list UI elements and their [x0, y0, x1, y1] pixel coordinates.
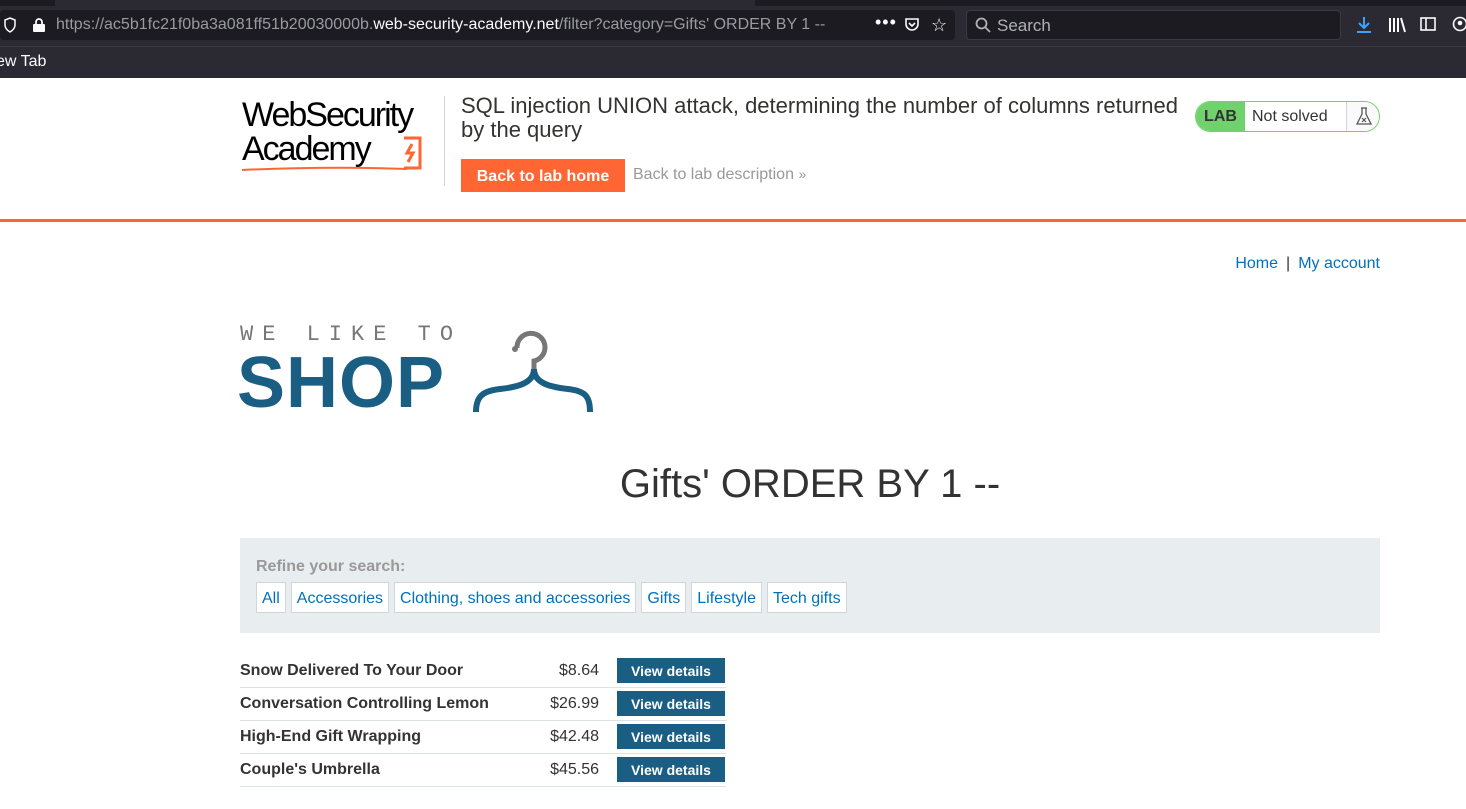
- lab-header: WebSecurity Academy SQL injection UNION …: [0, 78, 1466, 222]
- address-bar[interactable]: https://ac5b1fc21f0ba3a081ff51b20030000b…: [0, 10, 955, 40]
- lab-status-text: Not solved: [1252, 108, 1328, 125]
- download-icon[interactable]: [1356, 16, 1372, 39]
- product-name: Snow Delivered To Your Door: [240, 662, 464, 679]
- hanger-icon: [473, 330, 593, 413]
- lab-badge: LAB: [1196, 102, 1245, 131]
- category-lifestyle[interactable]: Lifestyle: [691, 582, 762, 613]
- back-to-lab-home-button[interactable]: Back to lab home: [461, 159, 625, 192]
- view-details-button[interactable]: View details: [617, 724, 725, 749]
- bookmark-new-tab[interactable]: ew Tab: [0, 53, 46, 71]
- product-price: $26.99: [550, 695, 599, 712]
- category-accessories[interactable]: Accessories: [290, 582, 390, 613]
- view-details-button[interactable]: View details: [617, 757, 725, 782]
- product-name: High-End Gift Wrapping: [240, 728, 422, 745]
- search-input[interactable]: Search: [966, 10, 1341, 40]
- category-all[interactable]: All: [256, 582, 286, 613]
- product-price: $45.56: [550, 761, 599, 778]
- logo-line2: Academy: [242, 130, 372, 168]
- product-name: Conversation Controlling Lemon: [240, 695, 489, 712]
- lab-status-widget: LAB Not solved: [1195, 101, 1380, 132]
- tracking-protection-icon[interactable]: [4, 17, 16, 38]
- product-table: Snow Delivered To Your Door $8.64 View d…: [240, 655, 726, 787]
- nav-separator: |: [1286, 255, 1291, 272]
- filter-panel: Refine your search: All Accessories Clot…: [240, 538, 1380, 633]
- bookmark-star-icon[interactable]: ☆: [931, 15, 947, 36]
- header-divider: [444, 96, 445, 186]
- double-chevron-right-icon: »: [798, 166, 807, 182]
- page-heading: Gifts' ORDER BY 1 --: [619, 462, 1001, 506]
- refine-label: Refine your search:: [256, 558, 406, 575]
- product-name: Couple's Umbrella: [240, 761, 380, 778]
- search-icon: [975, 17, 991, 38]
- table-row: Conversation Controlling Lemon $26.99 Vi…: [240, 688, 726, 721]
- table-row: Couple's Umbrella $45.56 View details: [240, 754, 726, 787]
- account-nav: Home | My account: [1235, 255, 1380, 273]
- product-price: $8.64: [558, 662, 599, 679]
- pocket-icon[interactable]: [904, 17, 920, 38]
- my-account-link[interactable]: My account: [1298, 255, 1380, 272]
- library-icon[interactable]: [1388, 16, 1406, 39]
- header-orange-line: [0, 219, 1466, 222]
- product-price: $42.48: [550, 728, 599, 745]
- account-icon[interactable]: [1452, 16, 1466, 37]
- view-details-button[interactable]: View details: [617, 691, 725, 716]
- category-tech-gifts[interactable]: Tech gifts: [766, 582, 847, 613]
- logo-underline-icon: [242, 166, 408, 171]
- url-text[interactable]: https://ac5b1fc21f0ba3a081ff51b20030000b…: [56, 16, 864, 34]
- sidebar-icon[interactable]: [1420, 16, 1436, 37]
- back-to-lab-description-link[interactable]: Back to lab description »: [633, 166, 806, 184]
- category-gifts[interactable]: Gifts: [641, 582, 687, 613]
- bookmarks-bar: ew Tab: [0, 46, 1466, 78]
- web-security-academy-logo[interactable]: WebSecurity Academy: [242, 96, 442, 176]
- table-row: High-End Gift Wrapping $42.48 View detai…: [240, 721, 726, 754]
- page-actions-icon[interactable]: •••: [875, 12, 897, 33]
- shop-logo: WE LIKE TO SHOP: [237, 320, 600, 423]
- flask-icon: [1346, 102, 1379, 131]
- category-clothing[interactable]: Clothing, shoes and accessories: [394, 582, 637, 613]
- lab-title: SQL injection UNION attack, determining …: [461, 93, 1178, 142]
- lock-icon[interactable]: [32, 17, 46, 38]
- toolbar: https://ac5b1fc21f0ba3a081ff51b20030000b…: [0, 6, 1466, 46]
- table-row: Snow Delivered To Your Door $8.64 View d…: [240, 655, 726, 688]
- search-placeholder: Search: [997, 16, 1051, 35]
- shop-logo-word: SHOP: [237, 343, 446, 423]
- home-link[interactable]: Home: [1235, 255, 1278, 272]
- view-details-button[interactable]: View details: [617, 658, 725, 683]
